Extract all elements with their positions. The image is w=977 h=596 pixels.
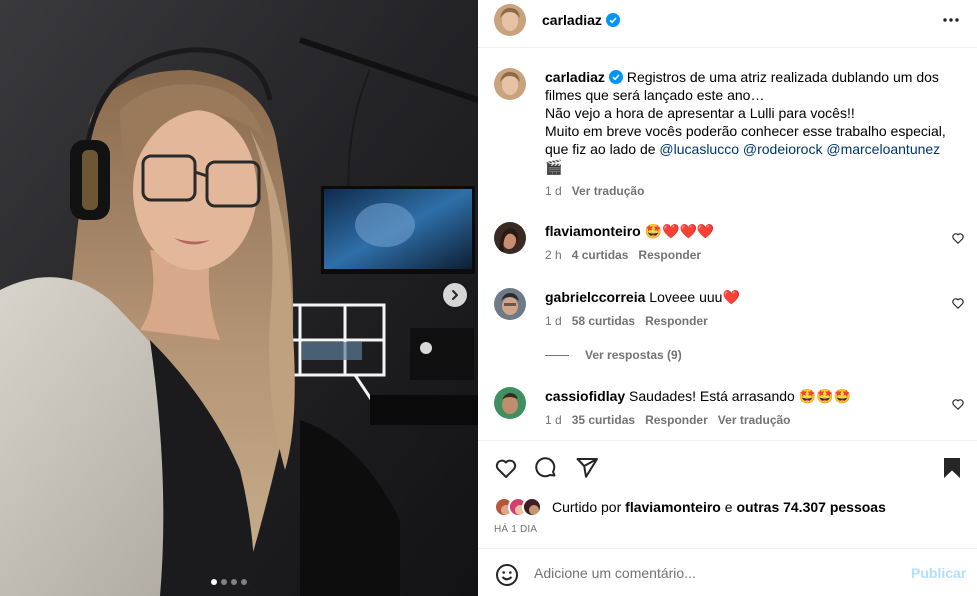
commenter-avatar[interactable] [494,222,526,254]
chevron-right-icon [452,290,458,300]
mention-link[interactable]: @marceloantunez [826,141,940,157]
comment-input[interactable] [534,561,894,585]
mention-link[interactable]: @lucaslucco [659,141,739,157]
post-caption: carladiaz Registros de uma atriz realiza… [545,68,965,200]
publish-button[interactable]: Publicar [911,565,966,581]
carousel-dot [221,579,227,585]
author-avatar[interactable] [494,4,526,36]
carousel-dot [231,579,237,585]
comment-time[interactable]: 1 d [545,413,562,427]
author-username[interactable]: carladiaz [542,12,602,28]
translate-link[interactable]: Ver tradução [572,184,645,198]
carousel-dot [211,579,217,585]
more-options-button[interactable] [941,10,961,30]
add-comment-bar: Publicar [478,548,977,596]
caption-text: Muito em breve vocês poderão conhecer es… [545,123,946,139]
liked-by-connector: e [724,499,733,515]
liked-by-others[interactable]: outras 74.307 pessoas [736,499,885,515]
liker-avatars [494,497,550,517]
comment-bubble-icon[interactable] [534,456,558,480]
carousel-dot [241,579,247,585]
liked-by-row: Curtido por flaviamonteiro e outras 74.3… [494,497,886,517]
carousel-indicator [211,579,247,585]
comment-username[interactable]: cassiofidlay [545,388,625,404]
post-photo[interactable] [0,0,478,596]
post-timestamp[interactable]: HÁ 1 DIA [494,524,537,535]
emoji-icon[interactable] [495,563,519,587]
comment: gabrielccorreia Loveee uuu❤️ 1 d 58 curt… [545,288,935,362]
reply-button[interactable]: Responder [645,413,708,427]
comment-username[interactable]: gabrielccorreia [545,289,645,305]
more-horizontal-icon [943,18,959,22]
verified-badge-icon [608,70,623,84]
commenter-avatar[interactable] [494,288,526,320]
next-photo-button[interactable] [443,283,467,307]
translate-link[interactable]: Ver tradução [718,413,791,427]
caption-text: filmes que será lançado este ano… [545,87,765,103]
reply-button[interactable]: Responder [645,314,708,328]
commenter-avatar[interactable] [494,387,526,419]
comment-username[interactable]: flaviamonteiro [545,223,641,239]
verified-badge-icon [605,13,620,27]
caption-text: Não vejo a hora de apresentar a Lulli pa… [545,105,855,121]
heart-icon[interactable] [951,231,965,245]
post-image [0,0,478,596]
liker-avatar [522,497,542,517]
post-header: carladiaz [478,0,977,48]
comment-text: Saudades! Está arrasando 🤩🤩🤩 [629,388,852,404]
heart-icon[interactable] [951,296,965,310]
comment-likes[interactable]: 58 curtidas [572,314,635,328]
replies-divider [545,354,569,356]
comment-time[interactable]: 2 h [545,248,562,262]
caption-text: Registros de uma atriz realizada dubland… [626,69,939,85]
caption-time[interactable]: 1 d [545,184,562,198]
caption-username[interactable]: carladiaz [545,69,605,85]
save-bookmark-icon[interactable] [940,456,964,480]
caption-avatar[interactable] [494,68,526,100]
heart-icon[interactable] [951,397,965,411]
liked-by-prefix: Curtido por [552,499,622,515]
comment-likes[interactable]: 4 curtidas [572,248,629,262]
comment-text: 🤩❤️❤️❤️ [644,223,715,239]
comment-text: Loveee uuu❤️ [649,289,740,305]
comment-likes[interactable]: 35 curtidas [572,413,635,427]
post-actions: Curtido por flaviamonteiro e outras 74.3… [478,440,977,545]
like-heart-icon[interactable] [494,456,518,480]
view-replies-label[interactable]: Ver respostas (9) [585,348,682,362]
mention-link[interactable]: @rodeiorock [743,141,823,157]
post-details-panel: carladiaz carladiaz Registros de uma atr… [478,0,977,596]
reply-button[interactable]: Responder [638,248,701,262]
comment-time[interactable]: 1 d [545,314,562,328]
comment: cassiofidlay Saudades! Está arrasando 🤩🤩… [545,387,935,427]
comment: flaviamonteiro 🤩❤️❤️❤️ 2 h 4 curtidas Re… [545,222,935,262]
caption-emoji: 🎬 [545,159,563,175]
view-replies-button[interactable]: Ver respostas (9) [545,348,935,362]
share-send-icon[interactable] [575,456,599,480]
liked-by-user[interactable]: flaviamonteiro [625,499,721,515]
caption-text: que fiz ao lado de [545,141,656,157]
